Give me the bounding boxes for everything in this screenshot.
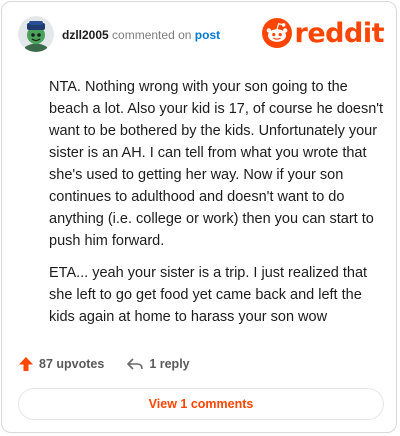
username-link[interactable]: dzll2005 bbox=[62, 28, 109, 42]
reddit-wordmark: reddit bbox=[294, 17, 385, 49]
upvote-count: 87 upvotes bbox=[39, 357, 105, 371]
reddit-logo[interactable]: reddit bbox=[261, 17, 385, 49]
upvote-arrow-icon bbox=[19, 357, 33, 371]
reply-button[interactable]: 1 reply bbox=[126, 356, 190, 372]
comment-actions: 87 upvotes 1 reply bbox=[18, 354, 212, 374]
comment-header: dzll2005 commented on post reddit bbox=[18, 16, 385, 52]
reply-count: 1 reply bbox=[149, 357, 190, 371]
reddit-snoo-icon bbox=[261, 18, 292, 48]
reply-arrow-icon bbox=[127, 358, 144, 370]
post-link[interactable]: post bbox=[195, 28, 220, 42]
comment-card: dzll2005 commented on post reddit NTA. N… bbox=[1, 1, 397, 433]
upvote-button[interactable]: 87 upvotes bbox=[18, 356, 104, 372]
avatar[interactable] bbox=[18, 16, 54, 52]
comment-paragraph: ETA... yeah your sister is a trip. I jus… bbox=[49, 265, 368, 325]
comment-paragraph: NTA. Nothing wrong with your son going t… bbox=[49, 79, 384, 249]
action-text: commented on bbox=[112, 28, 192, 42]
view-comments-button[interactable]: View 1 comments bbox=[18, 388, 384, 420]
comment-meta: dzll2005 commented on post bbox=[62, 28, 220, 42]
comment-body: NTA. Nothing wrong with your son going t… bbox=[49, 76, 384, 338]
